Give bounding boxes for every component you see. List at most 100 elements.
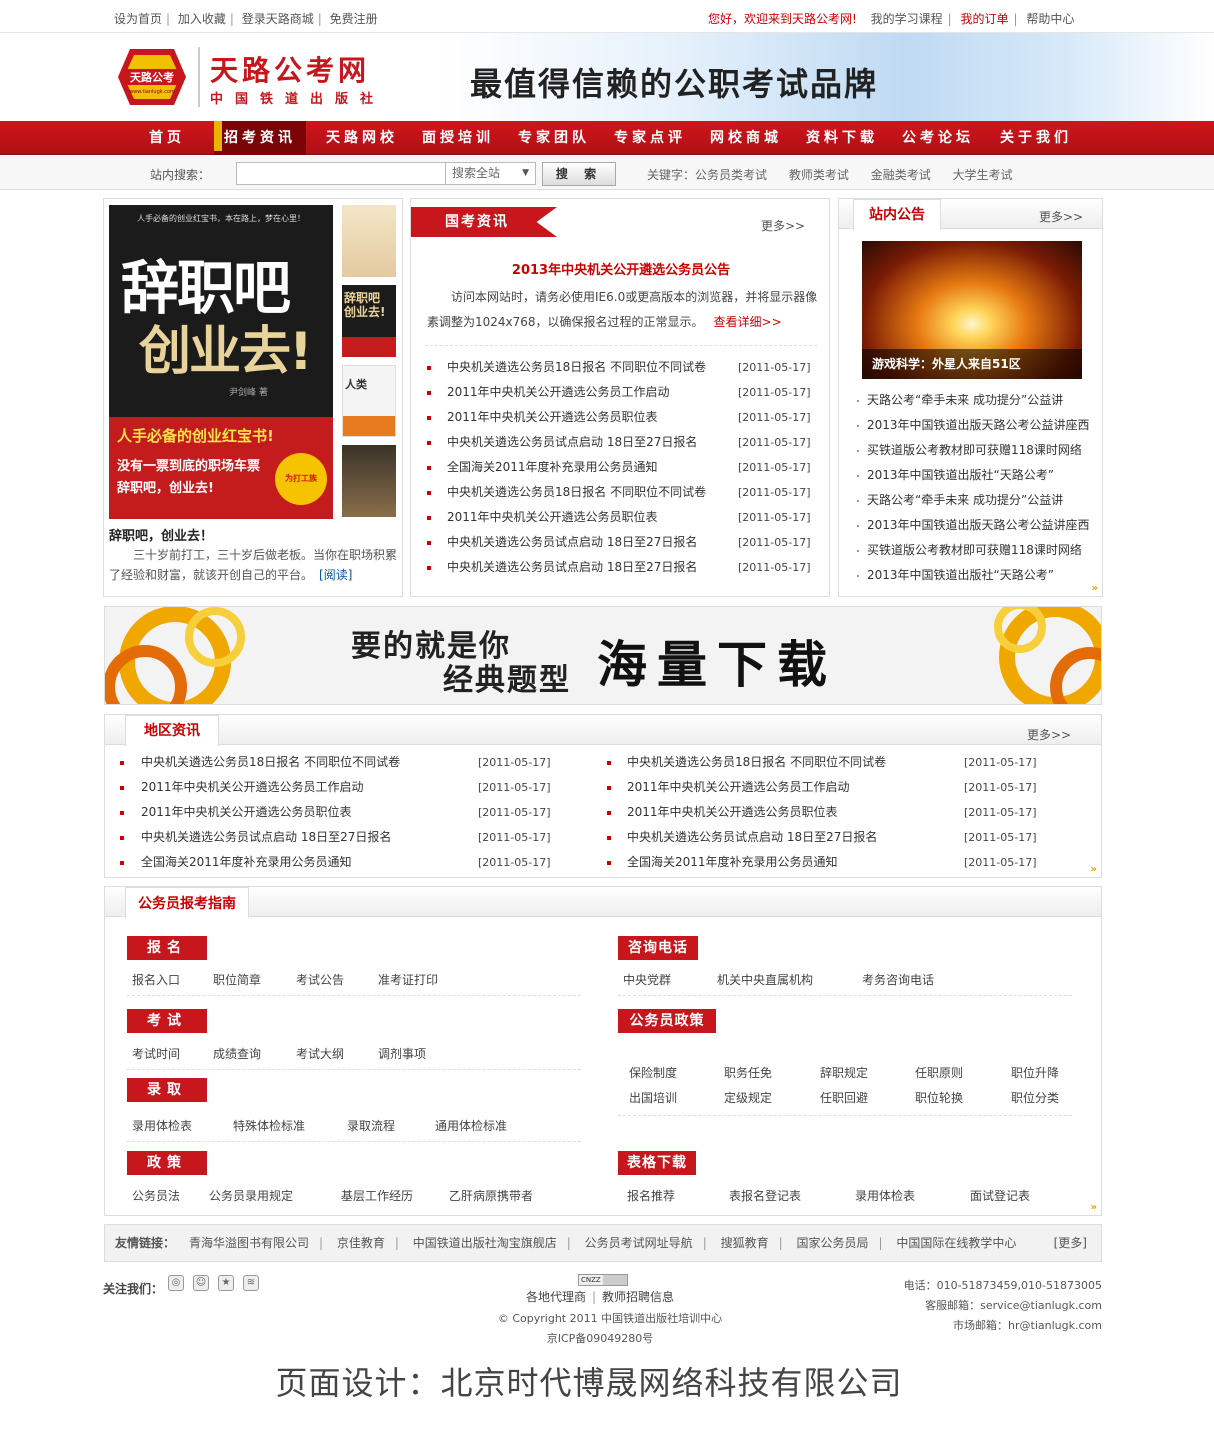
notice-more-link[interactable]: 更多>> <box>1039 208 1083 225</box>
forms-link[interactable]: 表报名登记表 <box>729 1187 801 1204</box>
nav-item-about[interactable]: 关于我们 <box>988 121 1084 155</box>
notice-item[interactable]: 天路公考“牵手未来 成功提分”公益讲 <box>839 488 1102 513</box>
ad-banner[interactable]: 要的就是你 经典题型 海量下载 <box>104 606 1102 705</box>
my-orders-link[interactable]: 我的订单 <box>961 12 1009 26</box>
civil-policy-link[interactable]: 任职原则 <box>915 1064 963 1081</box>
friend-links-more[interactable]: [更多] <box>1054 1225 1087 1261</box>
exam-news-item-title[interactable]: 2011年中央机关公开遴选公务员职位表 <box>447 505 658 530</box>
book-cover-image[interactable]: 人手必备的创业红宝书，本在路上，梦在心里！ 辞职吧 创业去! 尹剑峰 著 人手必… <box>109 205 333 519</box>
exam-news-item[interactable]: 中央机关遴选公务员18日报名 不同职位不同试卷 [2011-05-17] <box>411 480 829 505</box>
friend-link[interactable]: 公务员考试网址导航 <box>585 1236 693 1250</box>
cnzz-badge[interactable]: CNZZ <box>578 1274 628 1286</box>
login-mall-link[interactable]: 登录天路商城 <box>242 12 314 26</box>
civil-policy-link[interactable]: 任职回避 <box>820 1089 868 1106</box>
notice-item-title[interactable]: 买铁道版公考教材即可获赠118课时网络 <box>867 438 1082 463</box>
regional-news-item-title[interactable]: 中央机关遴选公务员试点启动 18日至27日报名 <box>627 825 877 850</box>
exam-link[interactable]: 考试大纲 <box>296 1045 344 1062</box>
book-thumb-3[interactable]: 人类 <box>342 365 396 437</box>
friend-link[interactable]: 京佳教育 <box>337 1236 385 1250</box>
exam-news-item[interactable]: 全国海关2011年度补充录用公务员通知 [2011-05-17] <box>411 455 829 480</box>
regional-news-item[interactable]: 中央机关遴选公务员试点启动 18日至27日报名 [2011-05-17] <box>105 825 1101 850</box>
qq-icon[interactable]: ☺ <box>193 1275 209 1291</box>
friend-link[interactable]: 青海华溢图书有限公司 <box>189 1236 309 1250</box>
civil-policy-link[interactable]: 职位升降 <box>1011 1064 1059 1081</box>
exam-news-item[interactable]: 2011年中央机关公开遴选公务员职位表 [2011-05-17] <box>411 405 829 430</box>
forms-link[interactable]: 报名推荐 <box>627 1187 675 1204</box>
notice-item-title[interactable]: 2013年中国铁道出版天路公考公益讲座西 <box>867 413 1090 438</box>
read-more-link[interactable]: [阅读] <box>319 568 352 582</box>
keyword-link[interactable]: 大学生考试 <box>953 168 1013 182</box>
exam-news-item[interactable]: 中央机关遴选公务员试点启动 18日至27日报名 [2011-05-17] <box>411 555 829 580</box>
regional-news-item-title[interactable]: 中央机关遴选公务员18日报名 不同职位不同试卷 <box>627 750 886 775</box>
civil-policy-link[interactable]: 职务任免 <box>724 1064 772 1081</box>
friend-link[interactable]: 搜狐教育 <box>721 1236 769 1250</box>
tab-regional-news[interactable]: 地区资讯 <box>125 715 219 746</box>
teacher-jobs-link[interactable]: 教师招聘信息 <box>602 1290 674 1304</box>
regional-news-item[interactable]: 2011年中央机关公开遴选公务员职位表 [2011-05-17] <box>105 800 1101 825</box>
exam-news-headline[interactable]: 2013年中央机关公开遴选公务员公告 <box>411 259 831 278</box>
policy-link[interactable]: 乙肝病原携带者 <box>449 1187 533 1204</box>
notice-item-title[interactable]: 天路公考“牵手未来 成功提分”公益讲 <box>867 488 1063 513</box>
notice-item[interactable]: 天路公考“牵手未来 成功提分”公益讲 <box>839 388 1102 413</box>
nav-item-training[interactable]: 面授培训 <box>412 121 504 155</box>
exam-news-item-title[interactable]: 全国海关2011年度补充录用公务员通知 <box>447 455 658 480</box>
keyword-link[interactable]: 公务员类考试 <box>695 168 767 182</box>
my-courses-link[interactable]: 我的学习课程 <box>871 12 943 26</box>
civil-policy-link[interactable]: 出国培训 <box>629 1089 677 1106</box>
exam-news-item-title[interactable]: 中央机关遴选公务员试点启动 18日至27日报名 <box>447 530 697 555</box>
civil-policy-link[interactable]: 定级规定 <box>724 1089 772 1106</box>
notice-image[interactable]: 游戏科学：外星人来自51区 <box>862 241 1082 379</box>
exam-news-item-title[interactable]: 中央机关遴选公务员试点启动 18日至27日报名 <box>447 555 697 580</box>
notice-item-title[interactable]: 天路公考“牵手未来 成功提分”公益讲 <box>867 388 1063 413</box>
exam-news-item[interactable]: 2011年中央机关公开遴选公务员职位表 [2011-05-17] <box>411 505 829 530</box>
register-link[interactable]: 免费注册 <box>330 12 378 26</box>
tab-civil-guide[interactable]: 公务员报考指南 <box>125 887 249 918</box>
weibo-icon[interactable]: ◎ <box>168 1275 184 1291</box>
exam-news-item-title[interactable]: 2011年中央机关公开遴选公务员工作启动 <box>447 380 670 405</box>
notice-item-title[interactable]: 买铁道版公考教材即可获赠118课时网络 <box>867 538 1082 563</box>
signup-link[interactable]: 准考证打印 <box>378 971 438 988</box>
nav-item-downloads[interactable]: 资料下载 <box>796 121 888 155</box>
keyword-link[interactable]: 教师类考试 <box>789 168 849 182</box>
admit-link[interactable]: 录取流程 <box>347 1117 395 1134</box>
add-favorite-link[interactable]: 加入收藏 <box>178 12 226 26</box>
book-title[interactable]: 辞职吧，创业去！ <box>109 525 213 544</box>
regional-news-item-title[interactable]: 2011年中央机关公开遴选公务员职位表 <box>627 800 838 825</box>
tab-exam-news[interactable]: 国考资讯 <box>411 207 557 237</box>
exam-news-item-title[interactable]: 中央机关遴选公务员18日报名 不同职位不同试卷 <box>447 480 706 505</box>
tab-site-notice[interactable]: 站内公告 <box>853 199 941 230</box>
friend-link[interactable]: 中国铁道出版社淘宝旗舰店 <box>413 1236 557 1250</box>
book-thumb-1[interactable] <box>342 205 396 277</box>
policy-link[interactable]: 公务员法 <box>132 1187 180 1204</box>
exam-link[interactable]: 成绩查询 <box>213 1045 261 1062</box>
exam-news-item[interactable]: 2011年中央机关公开遴选公务员工作启动 [2011-05-17] <box>411 380 829 405</box>
notice-item-title[interactable]: 2013年中国铁道出版社“天路公考” <box>867 463 1054 488</box>
exam-news-more-link[interactable]: 更多>> <box>761 217 805 234</box>
exam-news-item[interactable]: 中央机关遴选公务员试点启动 18日至27日报名 [2011-05-17] <box>411 430 829 455</box>
search-scope-select[interactable]: 搜索全站 ▼ <box>446 162 536 185</box>
exam-news-item-title[interactable]: 中央机关遴选公务员18日报名 不同职位不同试卷 <box>447 355 706 380</box>
phone-link[interactable]: 机关中央直属机构 <box>717 971 813 988</box>
notice-item-title[interactable]: 2013年中国铁道出版天路公考公益讲座西 <box>867 513 1090 538</box>
regional-news-item[interactable]: 中央机关遴选公务员18日报名 不同职位不同试卷 [2011-05-17] <box>105 750 1101 775</box>
civil-policy-link[interactable]: 职位轮换 <box>915 1089 963 1106</box>
help-center-link[interactable]: 帮助中心 <box>1026 12 1074 26</box>
policy-link[interactable]: 公务员录用规定 <box>209 1187 293 1204</box>
share-icon[interactable]: ★ <box>218 1275 234 1291</box>
civil-policy-link[interactable]: 职位分类 <box>1011 1089 1059 1106</box>
search-input[interactable] <box>236 162 446 185</box>
search-button[interactable]: 搜 索 <box>542 162 616 186</box>
book-thumb-2[interactable]: 辞职吧 创业去! <box>342 285 396 357</box>
civil-policy-link[interactable]: 辞职规定 <box>820 1064 868 1081</box>
nav-item-expert-review[interactable]: 专家点评 <box>604 121 696 155</box>
admit-link[interactable]: 特殊体检标准 <box>233 1117 305 1134</box>
friend-link[interactable]: 国家公务员局 <box>796 1236 868 1250</box>
logo-badge-icon[interactable]: 天路公考 www.tianlugk.com <box>116 45 188 109</box>
set-homepage-link[interactable]: 设为首页 <box>114 12 162 26</box>
exam-news-item[interactable]: 中央机关遴选公务员18日报名 不同职位不同试卷 [2011-05-17] <box>411 355 829 380</box>
exam-news-item-title[interactable]: 中央机关遴选公务员试点启动 18日至27日报名 <box>447 430 697 455</box>
exam-news-item[interactable]: 中央机关遴选公务员试点启动 18日至27日报名 [2011-05-17] <box>411 530 829 555</box>
exam-link[interactable]: 调剂事项 <box>378 1045 426 1062</box>
regional-more-link[interactable]: 更多>> <box>1027 726 1071 743</box>
regional-news-item[interactable]: 2011年中央机关公开遴选公务员工作启动 [2011-05-17] <box>105 775 1101 800</box>
